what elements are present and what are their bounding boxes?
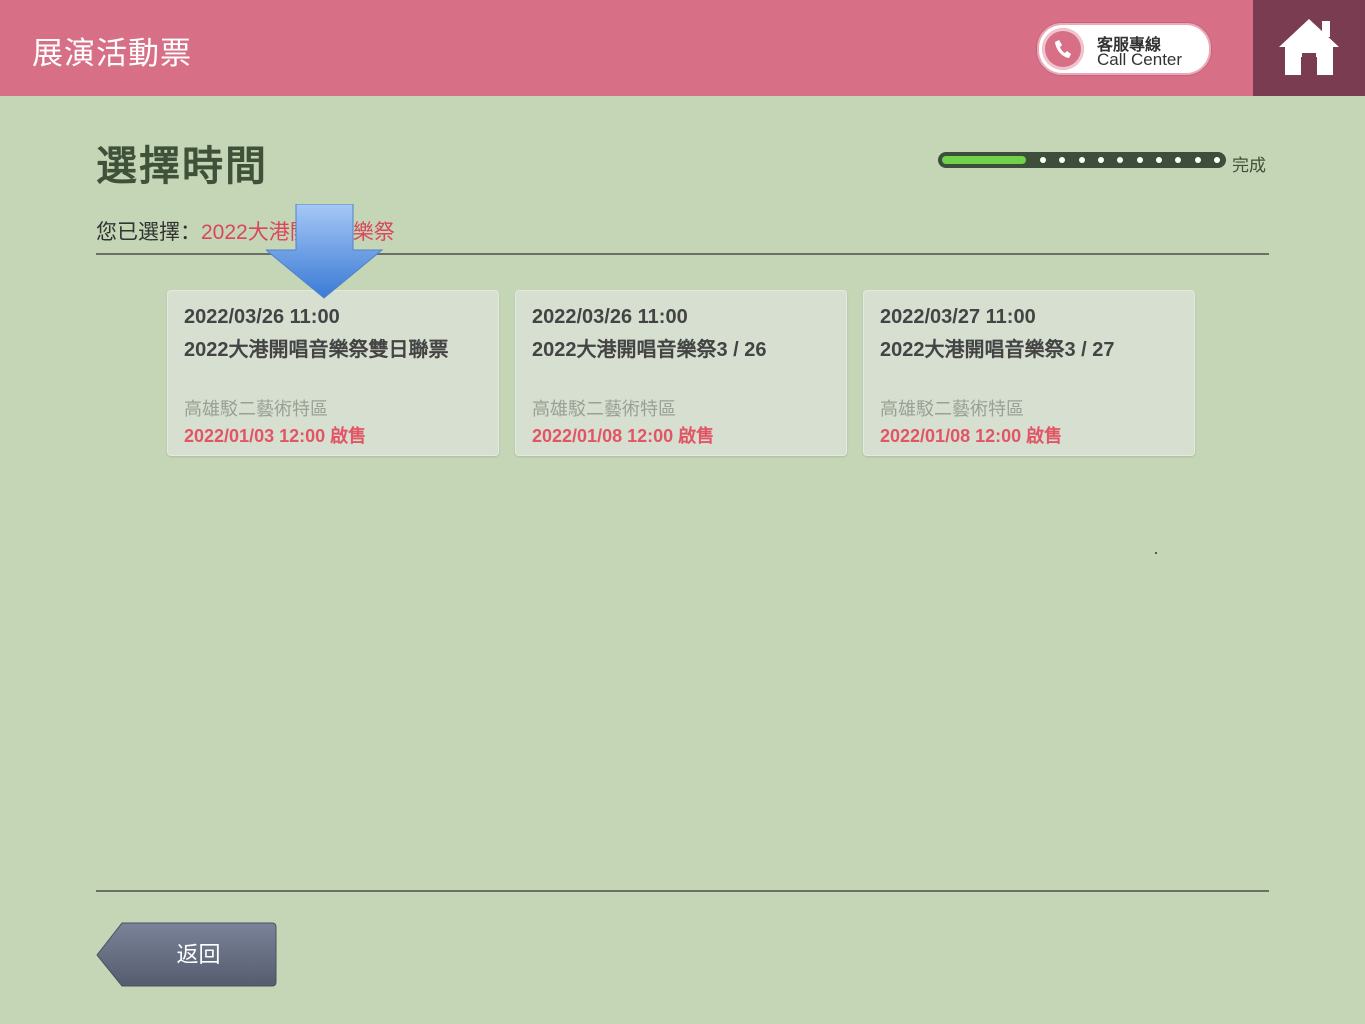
progress-fill <box>942 156 1026 164</box>
session-venue: 高雄駁二藝術特區 <box>184 399 328 419</box>
session-card[interactable]: 2022/03/26 11:00 2022大港開唱音樂祭雙日聯票 高雄駁二藝術特… <box>167 290 499 456</box>
session-name: 2022大港開唱音樂祭雙日聯票 <box>184 339 449 361</box>
session-date: 2022/03/27 11:00 <box>880 306 1036 328</box>
session-name: 2022大港開唱音樂祭3 / 26 <box>532 339 767 361</box>
call-center-label-en: Call Center <box>1097 50 1183 69</box>
page-title: 選擇時間 <box>96 143 268 189</box>
session-date: 2022/03/26 11:00 <box>184 306 340 328</box>
selected-label: 您已選擇： <box>96 221 201 244</box>
phone-icon <box>1042 28 1084 70</box>
session-sale-time: 2022/01/08 12:00 啟售 <box>532 426 715 446</box>
header-bar: 展演活動票 客服專線 Call Center <box>0 0 1365 96</box>
arrow-down-icon <box>266 204 384 299</box>
progress-steps <box>1040 157 1220 163</box>
session-card[interactable]: 2022/03/27 11:00 2022大港開唱音樂祭3 / 27 高雄駁二藝… <box>863 290 1195 456</box>
session-sale-time: 2022/01/03 12:00 啟售 <box>184 426 367 446</box>
call-center-button[interactable]: 客服專線 Call Center <box>1036 22 1212 76</box>
back-button[interactable]: 返回 <box>96 922 277 987</box>
session-venue: 高雄駁二藝術特區 <box>532 399 676 419</box>
home-button[interactable] <box>1253 0 1365 96</box>
session-sale-time: 2022/01/08 12:00 啟售 <box>880 426 1063 446</box>
home-icon <box>1279 19 1339 75</box>
session-card[interactable]: 2022/03/26 11:00 2022大港開唱音樂祭3 / 26 高雄駁二藝… <box>515 290 847 456</box>
progress-label: 完成 <box>1232 156 1266 175</box>
session-venue: 高雄駁二藝術特區 <box>880 399 1024 419</box>
back-button-label: 返回 <box>176 942 221 967</box>
bottom-divider <box>96 890 1269 892</box>
session-date: 2022/03/26 11:00 <box>532 306 688 328</box>
app-title: 展演活動票 <box>32 36 192 71</box>
session-name: 2022大港開唱音樂祭3 / 27 <box>880 339 1115 361</box>
speck <box>1155 552 1157 554</box>
progress-bar <box>938 152 1226 168</box>
